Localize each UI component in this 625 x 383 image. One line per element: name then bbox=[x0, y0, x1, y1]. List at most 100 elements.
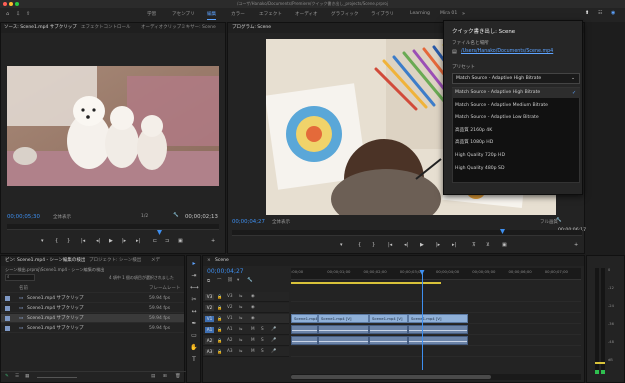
mute-icon[interactable]: M bbox=[251, 326, 255, 331]
overwrite-icon[interactable]: ⊐ bbox=[165, 238, 169, 244]
add-marker-icon[interactable]: ▾ bbox=[237, 278, 239, 283]
preset-dropdown[interactable]: Match Source - Adaptive High Bitrate ⌄ bbox=[452, 73, 580, 84]
folder-icon[interactable]: ▤ bbox=[452, 49, 457, 55]
wrench-icon[interactable]: 🔧 bbox=[173, 213, 179, 218]
source-resolution-select[interactable]: 1/2 bbox=[141, 214, 148, 219]
mark-in-icon[interactable]: { bbox=[55, 238, 58, 244]
track-sync-icon[interactable]: ⇋ bbox=[239, 326, 243, 331]
preset-option[interactable]: Match Source - Adaptive High Bitrate bbox=[452, 88, 580, 98]
track-lane[interactable] bbox=[291, 292, 581, 302]
mic-icon[interactable]: 🎤 bbox=[271, 337, 276, 343]
preset-option[interactable]: Match Source - Adaptive Low Bitrate bbox=[452, 113, 580, 123]
source-patch[interactable]: V3 bbox=[205, 294, 214, 300]
camera-icon[interactable]: ▣ bbox=[178, 238, 183, 244]
source-time-ruler[interactable] bbox=[7, 224, 219, 230]
source-fit-select[interactable]: 全体表示 bbox=[53, 214, 71, 220]
workspace-tab[interactable]: アセンブリ bbox=[172, 11, 195, 17]
track-sync-icon[interactable]: ⇋ bbox=[239, 293, 243, 298]
new-bin-icon[interactable]: ▤ bbox=[151, 374, 155, 379]
preset-option[interactable]: High Quality 720p HD bbox=[452, 151, 580, 161]
audio-clip[interactable] bbox=[408, 336, 468, 345]
hand-icon[interactable]: ✋ bbox=[190, 344, 198, 352]
tab-audio-clip-mixer[interactable]: オーディオクリップミキサー: Scene bbox=[141, 23, 216, 33]
minimize-icon[interactable] bbox=[9, 2, 13, 6]
tab-source[interactable]: ソース: Scene1.mp4 サブクリップ bbox=[4, 23, 77, 33]
workspace-tab[interactable]: グラフィック bbox=[331, 11, 358, 17]
audio-clip[interactable] bbox=[291, 336, 318, 345]
file-path-link[interactable]: /Users/Hanako/Documents/Scene.mp4 bbox=[461, 49, 553, 54]
ripple-edit-icon[interactable]: ⟷ bbox=[190, 284, 199, 292]
preset-option[interactable]: 高品質 1080p HD bbox=[452, 138, 580, 148]
step-back-icon[interactable]: ◂| bbox=[96, 238, 100, 244]
audio-clip[interactable] bbox=[369, 325, 408, 334]
track-sync-icon[interactable]: ⇋ bbox=[239, 304, 243, 309]
preset-option[interactable]: Match Source - Adaptive Medium Bitrate bbox=[452, 101, 580, 111]
clip-name[interactable]: Scene1.mp4 サブクリップ bbox=[27, 294, 84, 303]
pen-icon[interactable]: ✒ bbox=[190, 320, 198, 328]
program-marker-icon[interactable]: ▾ bbox=[340, 242, 343, 248]
tab-program[interactable]: プログラム: Scene bbox=[232, 23, 271, 33]
program-step-back-icon[interactable]: ◂| bbox=[404, 242, 408, 248]
source-patch[interactable]: A1 bbox=[205, 327, 214, 333]
workspace-tab[interactable]: カラー bbox=[231, 11, 245, 17]
mic-icon[interactable]: 🎤 bbox=[271, 326, 276, 332]
track-header[interactable]: A2 🔒 A2 ⇋ M S 🎤 bbox=[203, 336, 289, 346]
program-wrench-icon[interactable]: 🔧 bbox=[556, 218, 562, 223]
preset-option[interactable]: High Quality 480p SD bbox=[452, 164, 580, 174]
razor-icon[interactable]: ✂ bbox=[190, 296, 198, 304]
close-icon[interactable] bbox=[3, 2, 7, 6]
track-header[interactable]: A3 🔒 A3 ⇋ M S 🎤 bbox=[203, 347, 289, 357]
track-lock-icon[interactable]: 🔒 bbox=[217, 327, 222, 333]
track-lane[interactable] bbox=[291, 303, 581, 313]
eye-icon[interactable]: ◉ bbox=[251, 304, 255, 309]
video-clip[interactable]: Scene1.mp4 [V] bbox=[318, 314, 369, 323]
slip-icon[interactable]: ↔ bbox=[190, 308, 198, 316]
export-icon[interactable]: ⇪ bbox=[26, 11, 30, 17]
tab-effect-controls[interactable]: エフェクトコントロール bbox=[81, 23, 131, 33]
scrollbar-thumb[interactable] bbox=[291, 375, 491, 379]
close-icon[interactable]: × bbox=[207, 256, 211, 266]
track-header[interactable]: V2 🔒 V2 ⇋ ◉ bbox=[203, 303, 289, 313]
video-clip[interactable]: Scene1.mp4 [V] bbox=[291, 314, 318, 323]
audio-clip[interactable] bbox=[291, 325, 318, 334]
workspace-tab[interactable]: Learning bbox=[410, 11, 430, 16]
add-button-icon[interactable]: + bbox=[211, 238, 215, 244]
workspace-tab[interactable]: 学習 bbox=[147, 11, 156, 17]
source-patch[interactable]: A2 bbox=[205, 338, 214, 344]
program-mark-in-icon[interactable]: { bbox=[358, 242, 361, 248]
mark-out-icon[interactable]: } bbox=[67, 238, 70, 244]
go-to-out-icon[interactable]: ▸| bbox=[136, 238, 140, 244]
program-go-to-in-icon[interactable]: |◂ bbox=[388, 242, 392, 248]
share-icon[interactable]: ◉ bbox=[611, 10, 615, 16]
video-clip[interactable]: Scene1.mp4 [V] bbox=[369, 314, 408, 323]
solo-icon[interactable]: S bbox=[261, 337, 264, 342]
extract-icon[interactable]: ⊻ bbox=[486, 242, 490, 248]
more-workspaces-icon[interactable]: » bbox=[462, 11, 465, 17]
zoom-slider[interactable] bbox=[37, 377, 77, 378]
track-sync-icon[interactable]: ⇋ bbox=[239, 348, 243, 353]
project-list-item[interactable]: ▭ Scene1.mp4 サブクリップ 59.94 fps bbox=[1, 294, 184, 303]
project-list-item[interactable]: ▭ Scene1.mp4 サブクリップ 59.94 fps bbox=[1, 324, 184, 333]
zoom-icon[interactable] bbox=[15, 2, 19, 6]
list-view-icon[interactable]: ☰ bbox=[15, 374, 19, 379]
project-list-item[interactable]: ▭ Scene1.mp4 サブクリップ 59.94 fps bbox=[1, 304, 184, 313]
timeline-playhead-line[interactable] bbox=[421, 270, 423, 370]
track-sync-icon[interactable]: ⇋ bbox=[239, 315, 243, 320]
track-select-icon[interactable]: ⇥ bbox=[190, 272, 198, 280]
timeline-wrench-icon[interactable]: 🔧 bbox=[247, 278, 253, 283]
source-video-frame[interactable] bbox=[7, 66, 219, 186]
play-icon[interactable]: ▶ bbox=[109, 238, 113, 244]
mute-icon[interactable]: M bbox=[251, 337, 255, 342]
track-header[interactable]: A1 🔒 A1 ⇋ M S 🎤 bbox=[203, 325, 289, 335]
program-timecode[interactable]: 00;00;04;27 bbox=[232, 219, 265, 225]
preset-option[interactable]: 高品質 2160p 4K bbox=[452, 126, 580, 136]
mute-icon[interactable]: M bbox=[251, 348, 255, 353]
workspace-tab[interactable]: 編集 bbox=[207, 11, 217, 20]
program-play-icon[interactable]: ▶ bbox=[420, 242, 424, 248]
timeline-timecode[interactable]: 00;00;04;27 bbox=[207, 268, 244, 275]
track-lock-icon[interactable]: 🔒 bbox=[217, 305, 222, 311]
source-patch[interactable]: V2 bbox=[205, 305, 214, 311]
tab-sequence[interactable]: Scene bbox=[215, 256, 229, 266]
work-area-bar[interactable] bbox=[291, 282, 441, 284]
audio-clip[interactable] bbox=[318, 325, 369, 334]
